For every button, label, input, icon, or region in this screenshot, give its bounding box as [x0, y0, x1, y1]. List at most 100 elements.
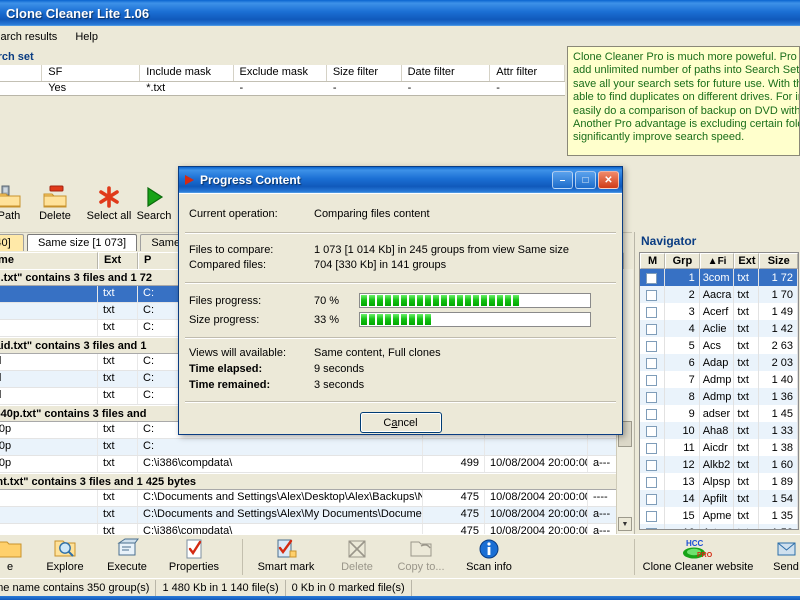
- navigator-file-name: Admp: [700, 388, 735, 405]
- col-head-include-mask[interactable]: Include mask: [140, 65, 234, 81]
- checkbox-icon[interactable]: [646, 357, 658, 369]
- tab-same-content[interactable]: 140]: [0, 234, 24, 251]
- bottom-button-smart-mark[interactable]: Smart mark: [248, 536, 324, 578]
- bottom-button-properties[interactable]: Properties: [158, 536, 230, 578]
- menu-item-help[interactable]: Help: [66, 29, 107, 45]
- checkbox-icon[interactable]: [646, 391, 658, 403]
- navigator-mark-checkbox[interactable]: [640, 422, 665, 439]
- nav-col-grp[interactable]: Grp: [665, 253, 700, 269]
- navigator-rows[interactable]: 1 3com txt 1 72 2 Aacra txt 1 70 3 Acerf txt 1 49 4 A…: [640, 269, 798, 529]
- navigator-row[interactable]: 6 Adap txt 2 03: [640, 354, 798, 371]
- checkbox-icon[interactable]: [646, 272, 658, 284]
- navigator-row[interactable]: 13 Alpsp txt 1 89: [640, 473, 798, 490]
- navigator-mark-checkbox[interactable]: [640, 524, 665, 529]
- col-head-size-filter[interactable]: Size filter: [327, 65, 402, 81]
- checkbox-icon[interactable]: [646, 289, 658, 301]
- tab-same-size[interactable]: Same size [1 073]: [27, 234, 137, 251]
- checkbox-icon[interactable]: [646, 323, 658, 335]
- col-head-blank[interactable]: [0, 65, 43, 81]
- navigator-row[interactable]: 4 Aclie txt 1 42: [640, 320, 798, 337]
- bottom-label-delete: Delete: [341, 561, 373, 573]
- nav-col-ext[interactable]: Ext: [734, 253, 760, 269]
- cancel-button[interactable]: Cancel: [359, 412, 442, 433]
- navigator-row[interactable]: 3 Acerf txt 1 49: [640, 303, 798, 320]
- nav-col-file[interactable]: ▲Fi: [699, 253, 735, 269]
- navigator-mark-checkbox[interactable]: [640, 388, 665, 405]
- navigator-mark-checkbox[interactable]: [640, 507, 665, 524]
- checkbox-icon[interactable]: [646, 306, 658, 318]
- file-col-ext[interactable]: Ext: [98, 252, 138, 269]
- toolbar-button-path[interactable]: Path: [0, 184, 32, 230]
- navigator-row[interactable]: 10 Aha8 txt 1 33: [640, 422, 798, 439]
- navigator-file-name: Apfilt: [700, 490, 735, 507]
- navigator-mark-checkbox[interactable]: [640, 269, 665, 286]
- file-col-name[interactable]: Name: [0, 252, 98, 269]
- col-head-attr-filter[interactable]: Attr filter: [490, 65, 566, 81]
- navigator-row[interactable]: 12 Alkb2 txt 1 60: [640, 456, 798, 473]
- checkbox-icon[interactable]: [646, 425, 658, 437]
- navigator-row[interactable]: 8 Admp txt 1 36: [640, 388, 798, 405]
- bottom-button-delete[interactable]: Delete: [326, 536, 388, 578]
- navigator-mark-checkbox[interactable]: [640, 286, 665, 303]
- cell-ext: txt: [98, 524, 138, 534]
- scroll-down-arrow-icon[interactable]: ▼: [618, 517, 632, 531]
- bottom-button-clone-cleaner-website[interactable]: HCC PRO Clone Cleaner website: [638, 536, 758, 578]
- checkbox-icon[interactable]: [646, 408, 658, 420]
- navigator-row[interactable]: 1 3com txt 1 72: [640, 269, 798, 286]
- navigator-row[interactable]: 7 Admp txt 1 40: [640, 371, 798, 388]
- checkbox-icon[interactable]: [646, 493, 658, 505]
- checkbox-icon[interactable]: [646, 340, 658, 352]
- checkbox-icon[interactable]: [646, 510, 658, 522]
- bottom-button-execute[interactable]: Execute: [96, 536, 158, 578]
- checkbox-icon[interactable]: [646, 476, 658, 488]
- navigator-mark-checkbox[interactable]: [640, 405, 665, 422]
- table-row[interactable]: enttxtC:\Documents and Settings\Alex\My …: [0, 507, 632, 524]
- search-set-data-row[interactable]: Yes *.txt - - - -: [0, 82, 565, 96]
- navigator-row[interactable]: 16Artcatxt1 52: [640, 524, 798, 529]
- search-set-grid[interactable]: SF Include mask Exclude mask Size filter…: [0, 65, 566, 96]
- navigator-mark-checkbox[interactable]: [640, 456, 665, 473]
- navigator-mark-checkbox[interactable]: [640, 473, 665, 490]
- checkbox-icon[interactable]: [646, 442, 658, 454]
- cell-date: 10/08/2004 20:00:00: [485, 524, 588, 534]
- dialog-minimize-button[interactable]: –: [552, 171, 573, 189]
- pro-info-line: add unlimited number of paths into Searc…: [573, 64, 800, 77]
- navigator-mark-checkbox[interactable]: [640, 490, 665, 507]
- file-group-header[interactable]: client.txt" contains 3 files and 1 425 b…: [0, 473, 632, 490]
- navigator-mark-checkbox[interactable]: [640, 303, 665, 320]
- navigator-mark-checkbox[interactable]: [640, 320, 665, 337]
- checkbox-icon[interactable]: [646, 374, 658, 386]
- menu-item-search-results[interactable]: Search results: [0, 29, 66, 45]
- navigator-row[interactable]: 5 Acs txt 2 63: [640, 337, 798, 354]
- bottom-button-explore[interactable]: Explore: [34, 536, 96, 578]
- bottom-button-send[interactable]: Send: [762, 536, 800, 578]
- nav-col-m[interactable]: M: [640, 253, 666, 269]
- navigator-row[interactable]: 15 Apme txt 1 35: [640, 507, 798, 524]
- toolbar-button-search[interactable]: Search: [126, 184, 182, 230]
- checkbox-icon[interactable]: [646, 527, 658, 529]
- navigator-row[interactable]: 2 Aacra txt 1 70: [640, 286, 798, 303]
- navigator-row[interactable]: 11 Aicdr txt 1 38: [640, 439, 798, 456]
- checkbox-icon[interactable]: [646, 459, 658, 471]
- bottom-button-copy-to[interactable]: Copy to...: [388, 536, 454, 578]
- col-head-date-filter[interactable]: Date filter: [402, 65, 491, 81]
- navigator-row[interactable]: 14 Apfilt txt 1 54: [640, 490, 798, 507]
- navigator-mark-checkbox[interactable]: [640, 371, 665, 388]
- table-row[interactable]: enttxtC:\i386\compdata\47510/08/2004 20:…: [0, 524, 632, 534]
- table-row[interactable]: enttxtC:\Documents and Settings\Alex\Des…: [0, 490, 632, 507]
- bottom-button-e[interactable]: e: [0, 536, 32, 578]
- col-head-sf[interactable]: SF: [42, 65, 141, 81]
- table-row[interactable]: r640ptxtC:\i386\compdata\49910/08/2004 2…: [0, 456, 632, 473]
- navigator-grid[interactable]: M Grp ▲Fi Ext Size 1 3com txt 1 72 2 Aacra txt…: [639, 252, 799, 530]
- navigator-row[interactable]: 9 adser txt 1 45: [640, 405, 798, 422]
- col-head-exclude-mask[interactable]: Exclude mask: [234, 65, 327, 81]
- bottom-button-scan-info[interactable]: Scan info: [456, 536, 522, 578]
- dialog-close-button[interactable]: ✕: [598, 171, 619, 189]
- nav-col-size[interactable]: Size: [759, 253, 798, 269]
- navigator-mark-checkbox[interactable]: [640, 354, 665, 371]
- dialog-maximize-button[interactable]: □: [575, 171, 596, 189]
- navigator-mark-checkbox[interactable]: [640, 439, 665, 456]
- navigator-mark-checkbox[interactable]: [640, 337, 665, 354]
- table-row[interactable]: r640ptxtC:: [0, 439, 632, 456]
- toolbar-button-delete[interactable]: Delete: [32, 184, 78, 230]
